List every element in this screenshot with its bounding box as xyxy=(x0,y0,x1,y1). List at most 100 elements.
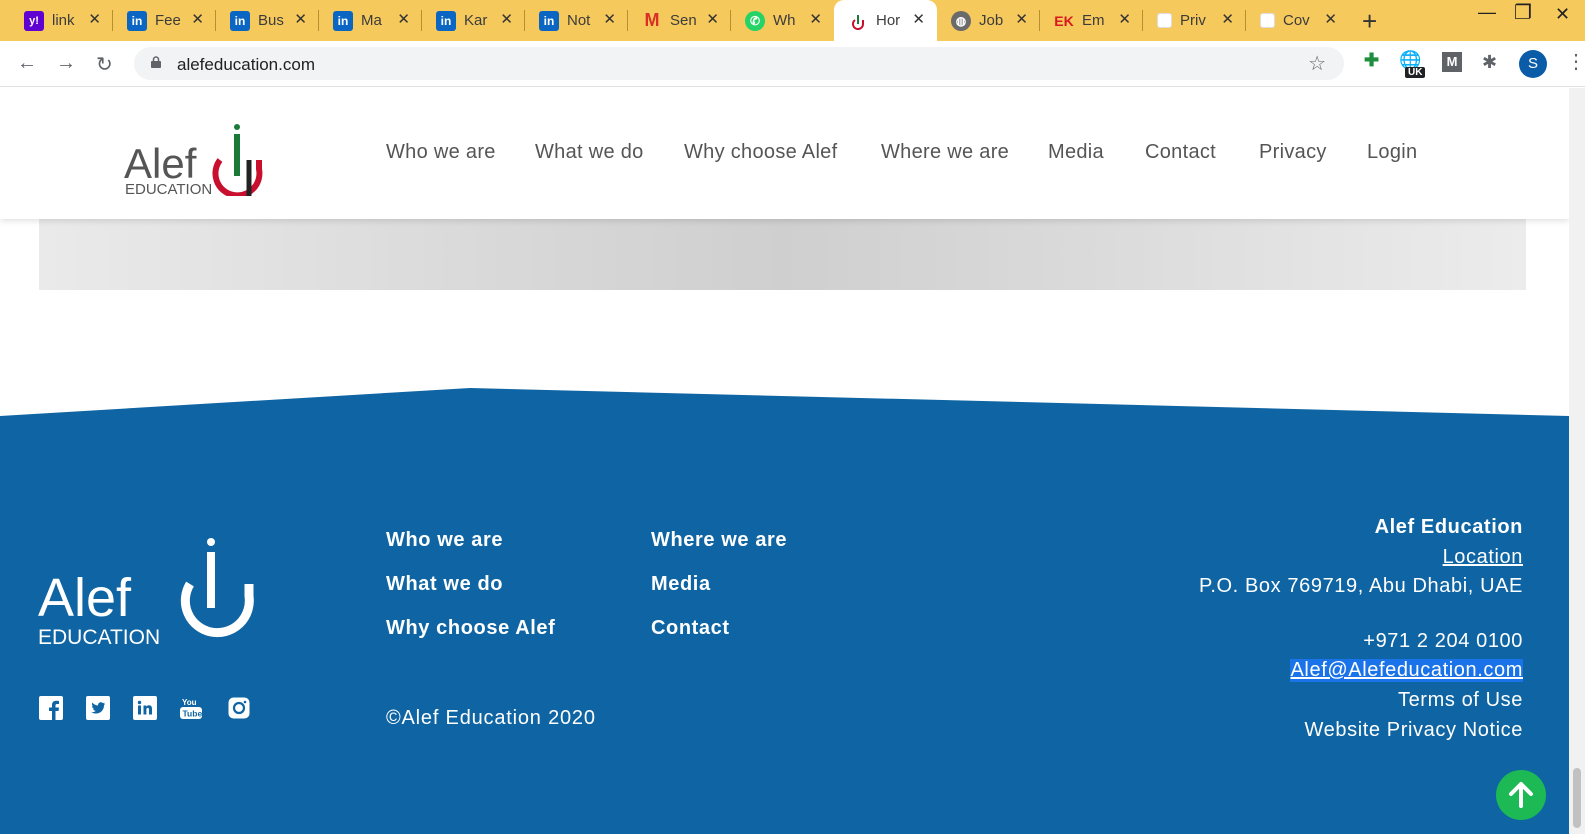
nav-privacy[interactable]: Privacy xyxy=(1259,141,1327,164)
extensions-puzzle-icon[interactable]: ✱ xyxy=(1482,52,1497,73)
linkedin-icon: in xyxy=(436,10,456,31)
footer-link-media[interactable]: Media xyxy=(651,573,711,596)
scrollbar-thumb[interactable] xyxy=(1573,768,1581,828)
browser-tab[interactable]: in Not ✕ xyxy=(525,0,628,41)
scroll-to-top-button[interactable] xyxy=(1496,770,1546,820)
linkedin-icon[interactable] xyxy=(133,696,157,720)
browser-tab[interactable]: in Kar ✕ xyxy=(422,0,525,41)
close-tab-icon[interactable]: ✕ xyxy=(809,10,822,28)
address-text: P.O. Box 769719, Abu Dhabi, UAE xyxy=(1199,575,1523,597)
nav-who-we-are[interactable]: Who we are xyxy=(386,141,496,164)
arrow-up-icon xyxy=(1509,782,1533,808)
alef-icon xyxy=(848,11,868,31)
new-tab-button[interactable]: + xyxy=(1362,6,1377,37)
nav-where-we-are[interactable]: Where we are xyxy=(881,141,1009,164)
close-tab-icon[interactable]: ✕ xyxy=(1015,10,1028,28)
svg-text:Alef: Alef xyxy=(38,568,132,628)
footer-link-where-we-are[interactable]: Where we are xyxy=(651,529,787,552)
nav-login[interactable]: Login xyxy=(1367,141,1417,164)
blank-page-icon xyxy=(1260,13,1275,28)
close-tab-icon[interactable]: ✕ xyxy=(500,10,513,28)
close-tab-icon[interactable]: ✕ xyxy=(397,10,410,28)
minimize-icon[interactable]: — xyxy=(1478,2,1496,23)
browser-tab-active[interactable]: Hor ✕ xyxy=(834,0,937,41)
page-scrollbar[interactable] xyxy=(1569,88,1585,834)
ek-icon: EK xyxy=(1054,12,1074,29)
svg-text:Tube: Tube xyxy=(183,709,203,719)
profile-avatar[interactable]: S xyxy=(1519,50,1547,78)
nav-media[interactable]: Media xyxy=(1048,141,1104,164)
window-close-icon[interactable]: ✕ xyxy=(1555,4,1570,25)
close-tab-icon[interactable]: ✕ xyxy=(88,10,101,28)
close-tab-icon[interactable]: ✕ xyxy=(191,10,204,28)
close-tab-icon[interactable]: ✕ xyxy=(1221,10,1234,28)
svg-text:Alef: Alef xyxy=(124,140,197,187)
browser-tab[interactable]: EK Em ✕ xyxy=(1040,0,1143,41)
privacy-notice-link[interactable]: Website Privacy Notice xyxy=(1305,719,1523,742)
close-tab-icon[interactable]: ✕ xyxy=(706,10,719,28)
svg-text:EDUCATION: EDUCATION xyxy=(125,181,212,196)
footer-link-what-we-do[interactable]: What we do xyxy=(386,573,503,596)
restore-icon[interactable]: ❐ xyxy=(1514,0,1532,25)
web-page: Alef EDUCATION You Tube Who we are What … xyxy=(0,88,1569,834)
email-link[interactable]: Alef@Alefeducation.com xyxy=(1290,659,1523,682)
browser-tab[interactable]: ◍ Job ✕ xyxy=(937,0,1040,41)
bookmark-star-icon[interactable]: ☆ xyxy=(1308,51,1326,76)
footer-link-who-we-are[interactable]: Who we are xyxy=(386,529,503,552)
browser-tab[interactable]: in Ma ✕ xyxy=(319,0,422,41)
reload-icon[interactable]: ↻ xyxy=(96,52,113,77)
linkedin-icon: in xyxy=(333,10,353,31)
mailtrack-icon[interactable]: M xyxy=(1442,52,1462,72)
browser-tab[interactable]: Priv ✕ xyxy=(1143,0,1246,41)
youtube-icon[interactable]: You Tube xyxy=(179,696,203,720)
gmail-icon: M xyxy=(644,10,660,30)
browser-tab[interactable]: y! link ✕ xyxy=(10,0,113,41)
globe-icon: ◍ xyxy=(951,10,971,31)
close-tab-icon[interactable]: ✕ xyxy=(1118,10,1131,28)
lock-icon xyxy=(151,56,161,68)
browser-tab[interactable]: in Bus ✕ xyxy=(216,0,319,41)
browser-tab[interactable]: M Sen ✕ xyxy=(628,0,731,41)
instagram-icon[interactable] xyxy=(227,696,251,720)
whatsapp-icon: ✆ xyxy=(745,10,765,31)
browser-menu-icon[interactable]: ⋮ xyxy=(1566,49,1585,74)
blank-page-icon xyxy=(1157,13,1172,28)
browser-toolbar: ← → ↻ alefeducation.com ☆ ✚ 🌐 UK M ✱ S ⋮ xyxy=(0,41,1585,87)
header-logo[interactable]: Alef EDUCATION xyxy=(124,124,274,196)
hero-image xyxy=(39,219,1526,290)
vpn-badge: UK xyxy=(1405,67,1426,78)
yahoo-icon: y! xyxy=(24,10,44,31)
location-link[interactable]: Location xyxy=(1443,546,1523,569)
nav-what-we-do[interactable]: What we do xyxy=(535,141,644,164)
browser-tab[interactable]: Cov ✕ xyxy=(1246,0,1349,41)
terms-of-use-link[interactable]: Terms of Use xyxy=(1398,689,1523,712)
close-tab-icon[interactable]: ✕ xyxy=(294,10,307,28)
twitter-icon[interactable] xyxy=(86,696,110,720)
footer-link-contact[interactable]: Contact xyxy=(651,617,730,640)
svg-text:You: You xyxy=(182,698,197,707)
forward-arrow-icon[interactable]: → xyxy=(56,52,76,75)
footer-logo[interactable]: Alef EDUCATION xyxy=(38,536,258,648)
close-tab-icon[interactable]: ✕ xyxy=(1324,10,1337,28)
site-header: Alef EDUCATION Who we are What we do Why… xyxy=(0,88,1569,219)
browser-tab-strip: y! link ✕ in Fee ✕ in Bus ✕ in Ma ✕ in K… xyxy=(0,0,1585,41)
browser-tab[interactable]: ✆ Wh ✕ xyxy=(731,0,834,41)
close-tab-icon[interactable]: ✕ xyxy=(912,10,925,28)
footer-link-why-choose-alef[interactable]: Why choose Alef xyxy=(386,617,555,640)
extension-add-icon[interactable]: ✚ xyxy=(1364,50,1379,71)
phone-text: +971 2 204 0100 xyxy=(1363,630,1523,652)
facebook-icon[interactable] xyxy=(39,696,63,720)
linkedin-icon: in xyxy=(230,10,250,31)
back-arrow-icon[interactable]: ← xyxy=(17,52,37,75)
linkedin-icon: in xyxy=(539,10,559,31)
close-tab-icon[interactable]: ✕ xyxy=(603,10,616,28)
linkedin-icon: in xyxy=(127,10,147,31)
svg-text:EDUCATION: EDUCATION xyxy=(38,626,160,648)
nav-why-choose-alef[interactable]: Why choose Alef xyxy=(684,141,837,164)
url-text[interactable]: alefeducation.com xyxy=(177,55,315,75)
copyright-text: ©Alef Education 2020 xyxy=(386,707,596,729)
browser-tab[interactable]: in Fee ✕ xyxy=(113,0,216,41)
address-bar[interactable]: alefeducation.com ☆ xyxy=(134,47,1344,80)
nav-contact[interactable]: Contact xyxy=(1145,141,1216,164)
company-name: Alef Education xyxy=(1374,516,1523,538)
